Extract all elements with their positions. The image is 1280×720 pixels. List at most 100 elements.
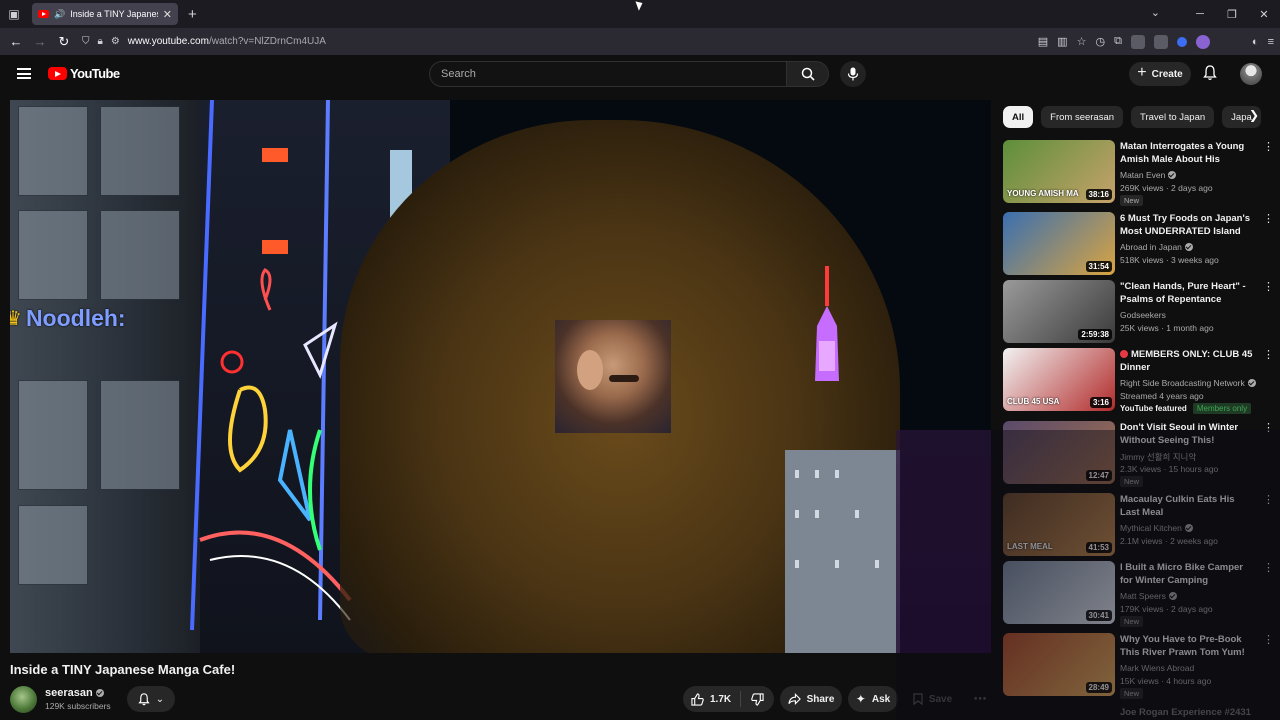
ask-button[interactable]: ✦ Ask <box>848 686 898 712</box>
video-thumbnail[interactable]: 31:54 <box>1003 212 1115 275</box>
extension-cloud-icon[interactable] <box>1195 34 1210 49</box>
video-duration: 28:49 <box>1085 682 1112 693</box>
reload-icon[interactable]: ↻ <box>52 34 76 50</box>
create-button[interactable]: + Create <box>1129 62 1191 86</box>
close-window-icon[interactable]: ✕ <box>1248 8 1280 21</box>
recommendation-channel[interactable]: Godseekers <box>1120 310 1166 320</box>
recommendation-item[interactable]: CLUB 45 USA 3:16 MEMBERS ONLY: CLUB 45 Din… <box>1003 348 1274 414</box>
bookmark-star-icon[interactable]: ☆ <box>1077 35 1087 48</box>
recommendation-channel[interactable]: Mythical Kitchen <box>1120 523 1193 533</box>
recommendation-channel[interactable]: Matt Speers <box>1120 591 1177 601</box>
verified-icon <box>1184 524 1193 532</box>
recommendation-title[interactable]: Why You Have to Pre-Book This River Praw… <box>1120 634 1254 659</box>
recommendation-channel[interactable]: Abroad in Japan <box>1120 242 1193 252</box>
recommendation-title[interactable]: Don't Visit Seoul in Winter Without Seei… <box>1120 422 1254 447</box>
youtube-logo[interactable]: YouTube <box>48 66 120 81</box>
recommendation-item[interactable]: YOUNG AMISH MA 38:16 Matan Interrogates a … <box>1003 140 1274 206</box>
share-button[interactable]: Share <box>780 686 842 712</box>
more-options-icon[interactable]: ⋮ <box>1263 423 1274 434</box>
history-icon[interactable]: ◷ <box>1095 35 1105 48</box>
more-options-icon[interactable]: ⋮ <box>1263 214 1274 225</box>
verified-icon <box>95 689 104 697</box>
recommendation-title[interactable]: "Clean Hands, Pure Heart" - Psalms of Re… <box>1120 281 1254 306</box>
recommendation-title[interactable]: MEMBERS ONLY: CLUB 45 Dinner <box>1120 349 1254 374</box>
recommendation-item[interactable]: 30:41 I Built a Micro Bike Camper for Win… <box>1003 561 1274 627</box>
more-options-icon[interactable]: ⋮ <box>1263 282 1274 293</box>
save-button[interactable]: Save <box>905 686 960 712</box>
chat-username: Noodleh: <box>25 305 126 331</box>
dislike-button[interactable] <box>741 692 773 706</box>
maximize-icon[interactable]: ❐ <box>1216 8 1248 21</box>
reader-view-icon[interactable]: ▥ <box>1057 35 1067 48</box>
filter-chip[interactable]: All <box>1003 106 1034 128</box>
channel-avatar[interactable] <box>10 686 37 713</box>
video-thumbnail[interactable]: CLUB 45 USA 3:16 <box>1003 348 1115 411</box>
more-options-icon[interactable]: ⋮ <box>1263 635 1274 646</box>
recommendation-item[interactable]: 12:47 Don't Visit Seoul in Winter Without… <box>1003 421 1274 487</box>
filter-chip[interactable]: Travel to Japan <box>1131 106 1215 128</box>
voice-search-button[interactable] <box>840 61 866 87</box>
minimize-icon[interactable]: ─ <box>1184 8 1216 20</box>
speaker-icon[interactable]: 🔊 <box>54 9 65 20</box>
video-thumbnail[interactable]: 30:41 <box>1003 561 1115 624</box>
recommendation-title[interactable]: I Built a Micro Bike Camper for Winter C… <box>1120 562 1254 587</box>
recommendation-item[interactable]: LAST MEAL 41:53 Macaulay Culkin Eats His L… <box>1003 493 1274 557</box>
video-thumbnail[interactable]: YOUNG AMISH MA 38:16 <box>1003 140 1115 203</box>
tab-menu-icon[interactable]: ▣ <box>0 0 28 28</box>
back-icon[interactable]: ← <box>4 34 28 49</box>
recommendation-channel[interactable]: Right Side Broadcasting Network <box>1120 378 1256 388</box>
more-options-icon[interactable]: ⋮ <box>1263 495 1274 506</box>
video-thumbnail[interactable]: LAST MEAL 41:53 <box>1003 493 1115 556</box>
like-count: 1.7K <box>710 693 732 705</box>
tab-list-chevron-icon[interactable]: ⌄ <box>1151 6 1160 19</box>
recommendation-title[interactable]: Macaulay Culkin Eats His Last Meal <box>1120 494 1254 519</box>
subscription-notifications-button[interactable]: ⌄ <box>127 686 175 712</box>
shield-icon[interactable]: ⛉ <box>82 36 90 47</box>
notifications-bell-icon[interactable] <box>1203 65 1217 86</box>
extension-off-icon[interactable] <box>1130 34 1145 49</box>
thumbnail-text: CLUB 45 USA <box>1007 397 1060 406</box>
search-button[interactable] <box>787 61 829 87</box>
search-box <box>429 61 787 87</box>
recommendation-channel[interactable]: Mark Wiens Abroad <box>1120 663 1194 673</box>
bell-icon <box>138 692 150 705</box>
video-player[interactable]: ♛ Noodleh: <box>10 100 991 653</box>
chevron-right-icon[interactable]: ❯ <box>1249 108 1259 122</box>
recommendation-item[interactable]: 31:54 6 Must Try Foods on Japan's Most UN… <box>1003 212 1274 276</box>
account-avatar[interactable] <box>1240 63 1262 85</box>
new-tab-icon[interactable]: + <box>188 6 197 23</box>
extension-image-icon[interactable] <box>1153 34 1168 49</box>
more-options-icon[interactable]: ⋮ <box>1263 142 1274 153</box>
video-thumbnail[interactable]: 28:49 <box>1003 633 1115 696</box>
recommendation-item[interactable]: 2:59:38 "Clean Hands, Pure Heart" - Psalm… <box>1003 280 1274 344</box>
url-bar[interactable]: ⛉ 🔒︎ ⚙ www.youtube.com/watch?v=NlZDrnCm4… <box>82 31 922 52</box>
search-input[interactable] <box>430 62 786 86</box>
recommendation-channel[interactable]: Matan Even <box>1120 170 1177 180</box>
recommendation-partial-title[interactable]: Joe Rogan Experience #2431 - <box>1120 707 1254 720</box>
like-button[interactable]: 1.7K <box>683 691 741 707</box>
picture-in-picture-icon[interactable]: ▤ <box>1038 35 1048 48</box>
recommendation-channel[interactable]: Jimmy 선활희 지니악 <box>1120 451 1196 463</box>
more-options-icon[interactable]: ⋮ <box>1263 563 1274 574</box>
permissions-icon[interactable]: ⚙ <box>111 36 120 47</box>
more-actions-icon[interactable]: ⋯ <box>966 686 994 712</box>
video-thumbnail[interactable]: 2:59:38 <box>1003 280 1115 343</box>
verified-icon <box>1168 592 1177 600</box>
forward-icon[interactable]: → <box>28 34 52 49</box>
video-thumbnail[interactable]: 12:47 <box>1003 421 1115 484</box>
browser-tab-active[interactable]: 🔊 Inside a TINY Japanese Man ✕ <box>32 3 178 25</box>
extension-circle-icon[interactable] <box>1176 36 1187 47</box>
recommendation-title[interactable]: Matan Interrogates a Young Amish Male Ab… <box>1120 141 1254 167</box>
recommendation-title[interactable]: 6 Must Try Foods on Japan's Most UNDERRA… <box>1120 213 1254 238</box>
url-text[interactable]: www.youtube.com/watch?v=NlZDrnCm4UJA <box>128 36 326 47</box>
more-options-icon[interactable]: ⋮ <box>1263 350 1274 361</box>
recommendation-item[interactable]: 28:49 Why You Have to Pre-Book This River… <box>1003 633 1274 699</box>
channel-name[interactable]: seerasan <box>45 687 104 699</box>
app-menu-icon[interactable]: ≡ <box>1268 36 1274 48</box>
extensions-icon[interactable]: ⧉ <box>1114 35 1122 48</box>
account-icon[interactable]: ◐ <box>1252 36 1259 48</box>
guide-menu-icon[interactable] <box>17 68 31 79</box>
filter-chip[interactable]: From seerasan <box>1041 106 1124 128</box>
lock-icon[interactable]: 🔒︎ <box>98 36 103 47</box>
close-tab-icon[interactable]: ✕ <box>163 8 172 21</box>
